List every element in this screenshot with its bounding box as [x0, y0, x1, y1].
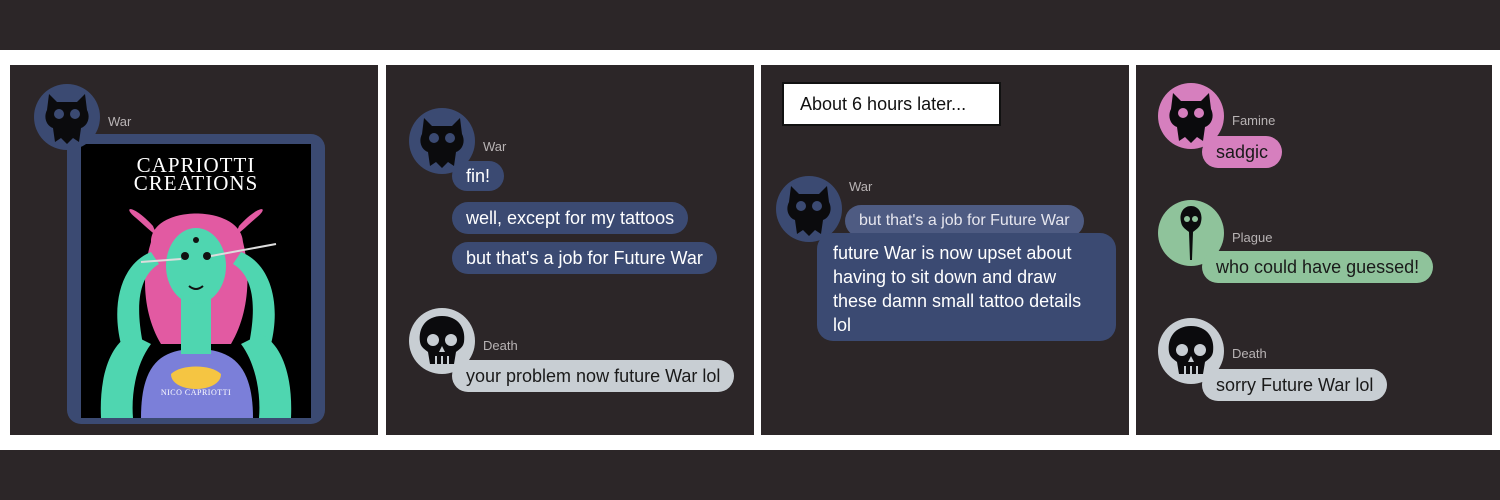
speaker-name: Plague — [1232, 230, 1273, 245]
image-message-card: CAPRIOTTI CREATIONS NICO CAPRIOTTI — [67, 134, 325, 424]
artwork-title-line-2: CREATIONS — [133, 171, 259, 195]
panel-1: CAPRIOTTI CREATIONS NICO CAPRIOTTI War — [10, 65, 378, 435]
panel-2: War fin! well, except for my tattoos but… — [386, 65, 754, 435]
reply-line: these damn small tattoo details — [833, 291, 1082, 311]
reply-line: having to sit down and draw — [833, 267, 1057, 287]
artwork-image: CAPRIOTTI CREATIONS NICO CAPRIOTTI — [81, 144, 311, 418]
cat-skull-icon — [1169, 93, 1213, 143]
message-bubble: fin! — [452, 161, 505, 191]
speaker-name: Death — [483, 338, 518, 353]
time-caption: About 6 hours later... — [782, 82, 1001, 126]
artwork-credit: NICO CAPRIOTTI — [160, 388, 232, 397]
cat-skull-icon — [45, 94, 89, 144]
message-bubble: sadgic — [1202, 136, 1283, 168]
reply-line: future War is now upset about — [833, 243, 1072, 263]
message-bubble: your problem now future War lol — [452, 360, 735, 392]
panel-4: Famine sadgic Plague who could have gues… — [1136, 65, 1492, 435]
message-bubble: who could have guessed! — [1202, 251, 1434, 283]
message-bubble: but that's a job for Future War — [452, 242, 717, 274]
reply-line: lol — [833, 315, 852, 335]
speaker-name: War — [849, 179, 873, 194]
war-avatar — [34, 84, 100, 150]
speaker-name: War — [108, 114, 132, 129]
speaker-name: Famine — [1232, 113, 1276, 128]
cat-skull-icon — [787, 186, 831, 236]
reply-bubble: future War is now upset about having to … — [817, 233, 1116, 341]
message-bubble: well, except for my tattoos — [452, 202, 689, 234]
speaker-name: Death — [1232, 346, 1267, 361]
speaker-name: War — [483, 139, 507, 154]
panel-3: About 6 hours later... War but that's a … — [761, 65, 1129, 435]
message-bubble: sorry Future War lol — [1202, 369, 1388, 401]
